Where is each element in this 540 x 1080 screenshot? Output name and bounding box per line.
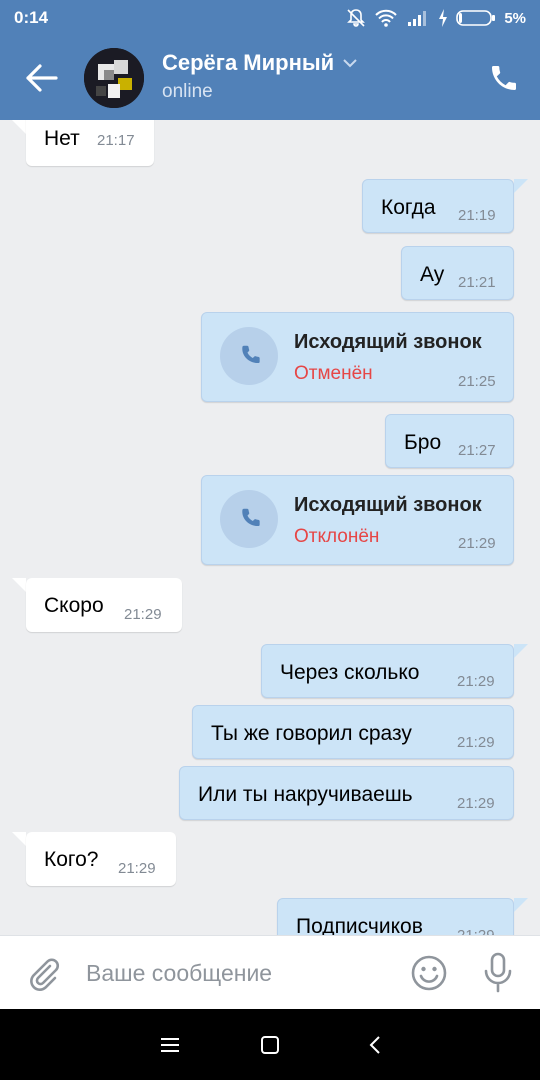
status-bar: 0:14 5% bbox=[0, 0, 540, 36]
message-text: Кого? bbox=[44, 848, 99, 871]
message-text: Ау bbox=[420, 263, 445, 286]
back-arrow-icon[interactable] bbox=[24, 62, 60, 94]
message-time: 21:19 bbox=[458, 207, 496, 224]
composer: Ваше сообщение bbox=[0, 935, 540, 1010]
message-incoming[interactable]: Нет 21:17 bbox=[26, 120, 154, 166]
message-time: 21:27 bbox=[458, 442, 496, 459]
menu-icon[interactable] bbox=[158, 1033, 182, 1057]
phone-icon bbox=[242, 345, 260, 364]
message-time: 21:29 bbox=[124, 606, 162, 623]
call-status: Отклонён bbox=[294, 526, 380, 547]
bubble-tail bbox=[514, 179, 528, 193]
contact-name: Серёга Мирный bbox=[162, 50, 335, 75]
bubble-tail bbox=[514, 644, 528, 658]
bubble-tail bbox=[12, 578, 26, 592]
chevron-down-icon bbox=[343, 59, 357, 68]
message-time: 21:29 bbox=[458, 535, 496, 552]
battery-icon bbox=[456, 10, 496, 26]
charging-icon bbox=[439, 9, 448, 27]
paperclip-icon[interactable] bbox=[24, 954, 62, 992]
microphone-icon[interactable] bbox=[482, 952, 514, 994]
message-text: Бро bbox=[404, 431, 442, 454]
system-nav-bar bbox=[0, 1009, 540, 1080]
bubble-tail bbox=[514, 898, 528, 912]
call-title: Исходящий звонок bbox=[294, 494, 482, 516]
wifi-icon bbox=[375, 9, 398, 27]
message-outgoing[interactable]: Бро 21:27 bbox=[385, 414, 514, 468]
mute-icon bbox=[347, 9, 366, 27]
back-triangle-icon[interactable] bbox=[364, 1033, 388, 1057]
message-time: 21:29 bbox=[457, 673, 495, 690]
call-card[interactable]: Исходящий звонок Отменён 21:25 bbox=[201, 312, 514, 402]
signal-icon bbox=[408, 11, 427, 26]
message-time: 21:29 bbox=[457, 927, 495, 935]
contact-status: online bbox=[162, 81, 213, 102]
message-outgoing[interactable]: Или ты накручиваешь 21:29 bbox=[179, 766, 514, 820]
message-time: 21:29 bbox=[457, 734, 495, 751]
contact-name-row[interactable]: Серёга Мирный bbox=[162, 50, 358, 76]
message-time: 21:21 bbox=[458, 274, 496, 291]
message-list[interactable]: Нет 21:17 Когда 21:19 Ау 21:21 Исходящий… bbox=[0, 120, 540, 935]
smile-icon[interactable] bbox=[410, 954, 448, 992]
message-time: 21:25 bbox=[458, 373, 496, 390]
call-status: Отменён bbox=[294, 363, 373, 384]
message-text: Ты же говорил сразу bbox=[211, 722, 412, 745]
phone-icon bbox=[242, 508, 260, 527]
battery-percent: 5% bbox=[504, 9, 526, 27]
call-icon-circle bbox=[220, 490, 278, 548]
message-incoming[interactable]: Скоро 21:29 bbox=[26, 578, 182, 632]
message-outgoing[interactable]: Ау 21:21 bbox=[401, 246, 514, 300]
bubble-tail bbox=[12, 832, 26, 846]
message-text: Или ты накручиваешь bbox=[198, 783, 413, 806]
message-outgoing[interactable]: Подписчиков 21:29 bbox=[277, 898, 514, 935]
message-text: Когда bbox=[381, 196, 436, 219]
message-time: 21:29 bbox=[457, 795, 495, 812]
message-outgoing[interactable]: Через сколько 21:29 bbox=[261, 644, 514, 698]
call-title: Исходящий звонок bbox=[294, 331, 482, 353]
message-outgoing[interactable]: Ты же говорил сразу 21:29 bbox=[192, 705, 514, 759]
message-text: Через сколько bbox=[280, 661, 420, 684]
home-square-icon[interactable] bbox=[258, 1033, 282, 1057]
phone-icon[interactable] bbox=[488, 62, 520, 94]
avatar[interactable] bbox=[84, 48, 144, 108]
call-icon-circle bbox=[220, 327, 278, 385]
chat-header: Серёга Мирный online bbox=[0, 36, 540, 120]
message-time: 21:29 bbox=[118, 860, 156, 877]
bubble-tail bbox=[12, 120, 26, 134]
avatar-image bbox=[84, 48, 144, 108]
message-outgoing[interactable]: Когда 21:19 bbox=[362, 179, 514, 233]
message-input[interactable]: Ваше сообщение bbox=[86, 960, 272, 987]
call-card[interactable]: Исходящий звонок Отклонён 21:29 bbox=[201, 475, 514, 565]
message-incoming[interactable]: Кого? 21:29 bbox=[26, 832, 176, 886]
message-time: 21:17 bbox=[97, 132, 135, 149]
message-text: Скоро bbox=[44, 594, 104, 617]
message-text: Подписчиков bbox=[296, 915, 423, 935]
status-icons: 5% bbox=[346, 6, 526, 30]
message-text: Нет bbox=[44, 127, 80, 150]
status-time: 0:14 bbox=[14, 8, 49, 27]
